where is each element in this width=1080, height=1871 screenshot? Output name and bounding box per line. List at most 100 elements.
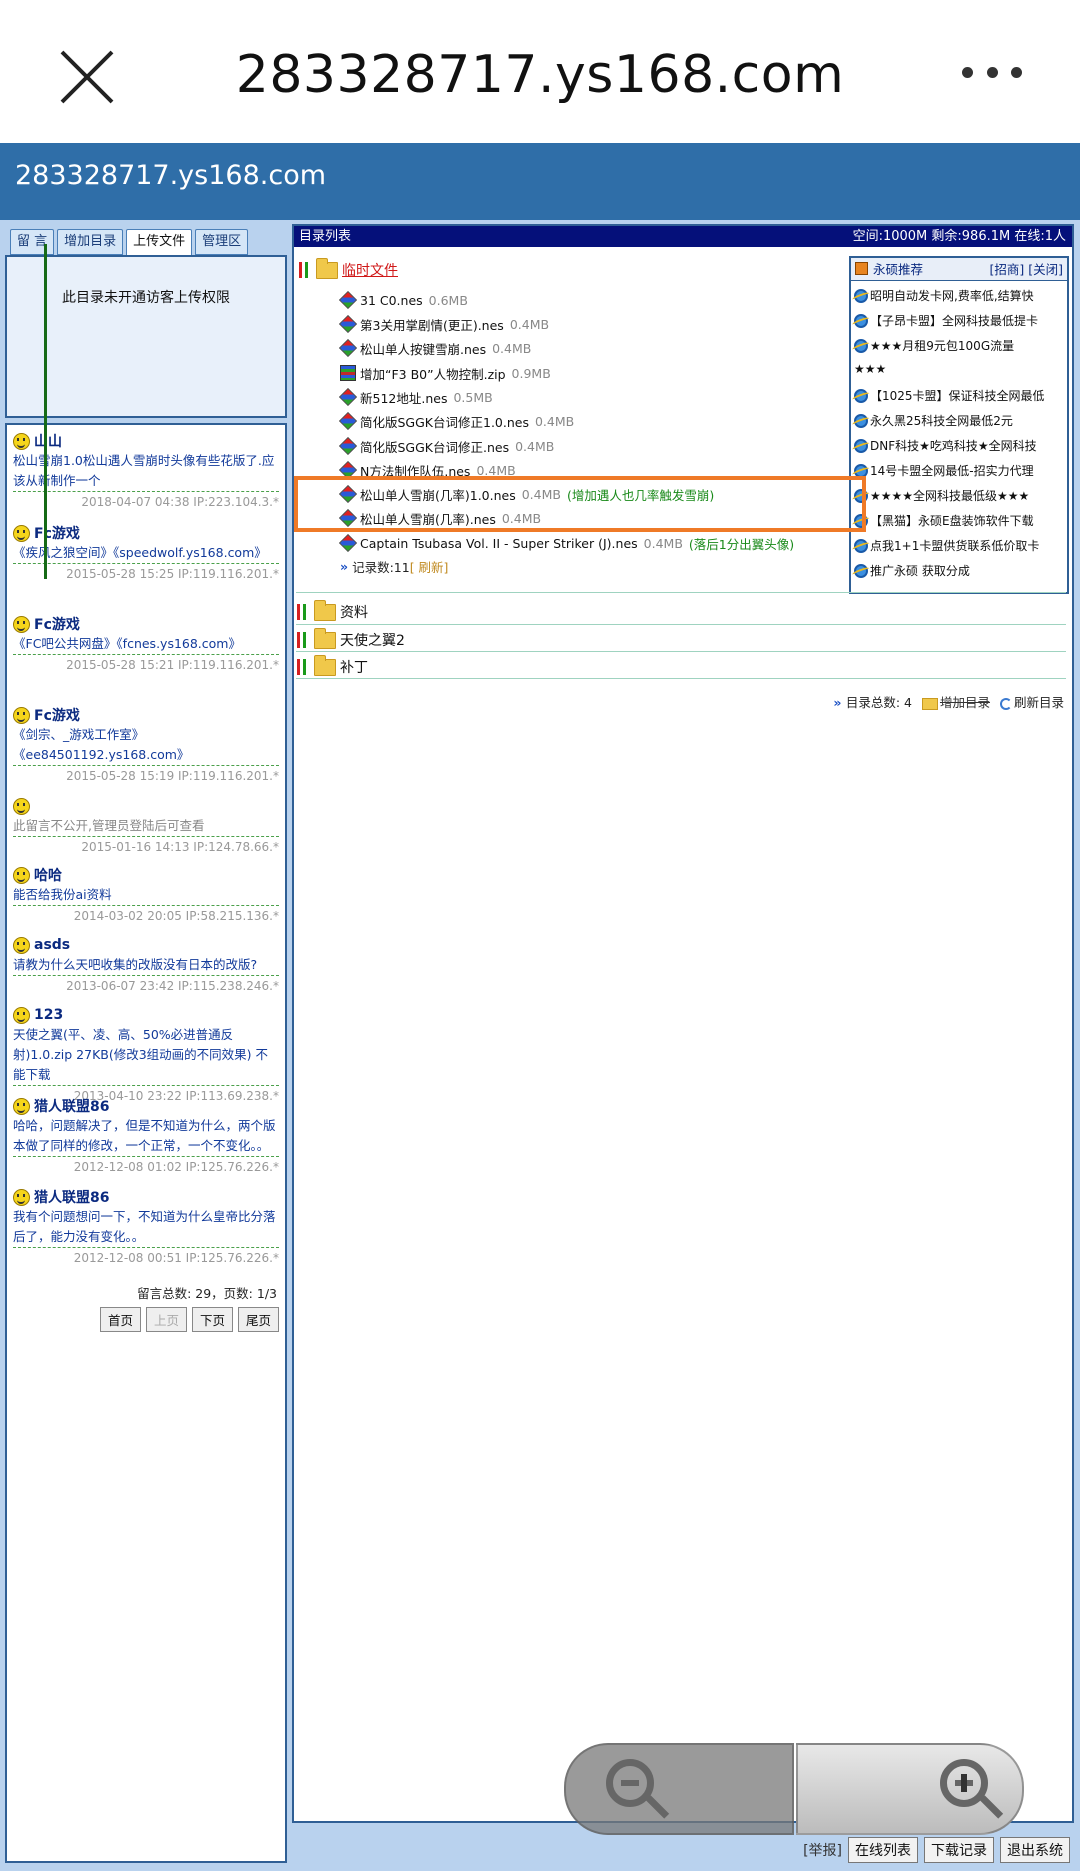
file-item[interactable]: 简化版SGGK台词修正1.0.nes 0.4MB <box>338 411 574 431</box>
recommend-item[interactable]: DNF科技★吃鸡科技★全网科技 <box>854 437 1037 454</box>
folder-name[interactable]: 临时文件 <box>342 260 398 280</box>
smiley-icon <box>13 524 30 542</box>
double-chevron-icon: » <box>833 695 846 710</box>
comment-item: 哈哈 能否给我份ai资料 2014-03-02 20:05 IP:58.215.… <box>13 865 279 923</box>
divider <box>296 651 1066 652</box>
ie-icon <box>854 338 868 353</box>
sort-arrows-icon[interactable] <box>296 657 310 677</box>
recommend-item[interactable]: 【黑猫】永硕E盘装饰软件下载 <box>854 512 1034 529</box>
recommend-item[interactable]: 昭明自动发卡网,费率低,结算快 <box>854 287 1034 304</box>
file-item[interactable]: 新512地址.nes 0.5MB <box>338 387 493 407</box>
recommend-header: 永硕推荐 [招商] [关闭] <box>851 258 1067 281</box>
smiley-icon <box>13 1188 30 1206</box>
recommend-item[interactable]: 【1025卡盟】保证科技全网最低 <box>854 387 1045 404</box>
file-item[interactable]: 第3关用掌剧情(更正).nes 0.4MB <box>338 314 549 334</box>
first-page-button[interactable]: 首页 <box>99 1307 141 1332</box>
online-list-button[interactable]: 在线列表 <box>848 1837 918 1863</box>
comment-item: Fc游戏 《剑宗、_游戏工作室》《ee84501192.ys168.com》 2… <box>13 705 279 783</box>
recommend-item[interactable]: ★★★月租9元包100G流量 <box>854 337 1014 354</box>
sort-arrows-icon[interactable] <box>296 630 310 650</box>
folder-name[interactable]: 天使之翼2 <box>340 630 405 650</box>
ie-icon <box>854 563 868 578</box>
folder-patch[interactable]: 补丁 <box>296 654 368 678</box>
zoom-out-icon <box>606 1759 654 1807</box>
tab-add-folder[interactable]: 增加目录 <box>57 229 124 255</box>
folder-materials[interactable]: 资料 <box>296 599 368 623</box>
nes-file-icon <box>338 314 358 334</box>
ie-icon <box>854 413 868 428</box>
comment-meta: 2015-05-28 15:21 IP:119.116.201.* <box>66 658 279 672</box>
report-link[interactable]: [举报] <box>803 1840 842 1860</box>
upload-message: 此目录未开通访客上传权限 <box>62 290 230 306</box>
browser-topbar: 283328717.ys168.com <box>0 0 1080 143</box>
zoom-in-button[interactable] <box>796 1743 1024 1835</box>
download-log-button[interactable]: 下载记录 <box>924 1837 994 1863</box>
file-item[interactable]: 简化版SGGK台词修正.nes 0.4MB <box>338 436 554 456</box>
ie-icon <box>854 288 868 303</box>
recommend-item[interactable]: 14号卡盟全网最低-招实力代理 <box>854 462 1034 479</box>
comment-author: 哈哈 <box>34 868 62 884</box>
tab-message[interactable]: 留 言 <box>10 229 55 255</box>
smiley-icon <box>13 936 30 954</box>
refresh-link[interactable]: [ 刷新] <box>410 557 449 576</box>
refresh-folder-link[interactable]: 刷新目录 <box>999 692 1064 711</box>
folder-name[interactable]: 补丁 <box>340 657 368 677</box>
recommend-item[interactable]: 推广永硕 获取分成 <box>854 562 970 579</box>
recommend-item[interactable]: ★★★★全网科技最低级★★★ <box>854 487 1029 504</box>
comment-total: 留言总数: 29，页数: 1/3 <box>137 1286 277 1301</box>
sort-arrows-icon[interactable] <box>296 602 310 622</box>
folder-temp-files[interactable]: 临时文件 <box>298 257 398 281</box>
comment-body: 能否给我份ai资料 <box>13 885 279 906</box>
recommend-title: 永硕推荐 <box>873 262 924 277</box>
recommend-box: 永硕推荐 [招商] [关闭] 昭明自动发卡网,费率低,结算快 【子昂卡盟】全网科… <box>849 256 1069 594</box>
add-folder-link[interactable]: 增加目录 <box>921 692 990 711</box>
file-item[interactable]: 松山单人按键雪崩.nes 0.4MB <box>338 338 531 358</box>
tab-admin[interactable]: 管理区 <box>195 229 249 255</box>
recommend-item[interactable]: 永久黑25科技全网最低2元 <box>854 412 1013 429</box>
tab-upload-file[interactable]: 上传文件 <box>126 229 193 256</box>
site-header: 283328717.ys168.com <box>0 143 1080 220</box>
comments-panel: 山山 松山雪崩1.0松山遇人雪崩时头像有些花版了.应该从新制作一个 2018-0… <box>5 423 287 1863</box>
logout-button[interactable]: 退出系统 <box>1000 1837 1070 1863</box>
smiley-icon <box>13 1097 30 1115</box>
comment-item: 123 天使之翼(平、凌、高、50%必进普通反射)1.0.zip 27KB(修改… <box>13 1005 279 1103</box>
comment-author: Fc游戏 <box>34 526 80 542</box>
folder-name[interactable]: 资料 <box>340 602 368 622</box>
space-info: 空间:1000M 剩余:986.1M 在线:1人 <box>852 229 1066 244</box>
comment-item: Fc游戏 《FC吧公共网盘》《fcnes.ys168.com》 2015-05-… <box>13 614 279 672</box>
sort-arrows-icon[interactable] <box>298 260 312 280</box>
nes-file-icon <box>338 338 358 358</box>
comment-meta: 2013-06-07 23:42 IP:115.238.246.* <box>66 979 279 993</box>
ie-icon <box>854 538 868 553</box>
recommend-actions[interactable]: [招商] [关闭] <box>990 258 1063 281</box>
comment-item: 山山 松山雪崩1.0松山遇人雪崩时头像有些花版了.应该从新制作一个 2018-0… <box>13 431 279 509</box>
comment-body: 《疾风之狼空间》《speedwolf.ys168.com》 <box>13 543 279 564</box>
more-menu-icon[interactable] <box>962 64 1022 80</box>
comment-author: 猎人联盟86 <box>34 1099 110 1115</box>
comment-body: 我有个问题想问一下，不知道为什么皇帝比分落后了，能力没有变化。。 <box>13 1207 279 1248</box>
folder-angel-wings-2[interactable]: 天使之翼2 <box>296 627 405 651</box>
zoom-out-button[interactable] <box>564 1743 794 1835</box>
recommend-item[interactable]: 点我1+1卡盟供货联系低价取卡 <box>854 537 1039 554</box>
next-page-button[interactable]: 下页 <box>191 1307 233 1332</box>
highlight-box <box>294 476 866 532</box>
file-item[interactable]: 增加“F3 B0”人物控制.zip 0.9MB <box>340 363 551 383</box>
recommend-item[interactable]: ★★★ <box>854 362 886 376</box>
comment-body: 天使之翼(平、凌、高、50%必进普通反射)1.0.zip 27KB(修改3组动画… <box>13 1025 279 1086</box>
file-item[interactable]: 31 C0.nes 0.6MB <box>338 290 468 310</box>
directory-title: 目录列表 <box>299 229 352 244</box>
comment-body: 《FC吧公共网盘》《fcnes.ys168.com》 <box>13 634 279 655</box>
recommend-item[interactable]: 【子昂卡盟】全网科技最低提卡 <box>854 312 1038 329</box>
comment-body: 松山雪崩1.0松山遇人雪崩时头像有些花版了.应该从新制作一个 <box>13 451 279 492</box>
refresh-icon <box>999 697 1012 710</box>
comment-author: Fc游戏 <box>34 617 80 633</box>
upload-panel: 此目录未开通访客上传权限 <box>5 255 287 418</box>
smiley-icon <box>13 797 30 815</box>
comment-pager: 首页 上页 下页 尾页 <box>99 1307 279 1332</box>
directory-header: 目录列表 空间:1000M 剩余:986.1M 在线:1人 <box>294 226 1072 247</box>
file-item[interactable]: Captain Tsubasa Vol. II - Super Striker … <box>338 533 794 553</box>
divider <box>296 624 1066 625</box>
last-page-button[interactable]: 尾页 <box>237 1307 279 1332</box>
record-count-row: » 记录数:11 [ 刷新] <box>340 557 448 576</box>
prev-page-button[interactable]: 上页 <box>145 1307 187 1332</box>
